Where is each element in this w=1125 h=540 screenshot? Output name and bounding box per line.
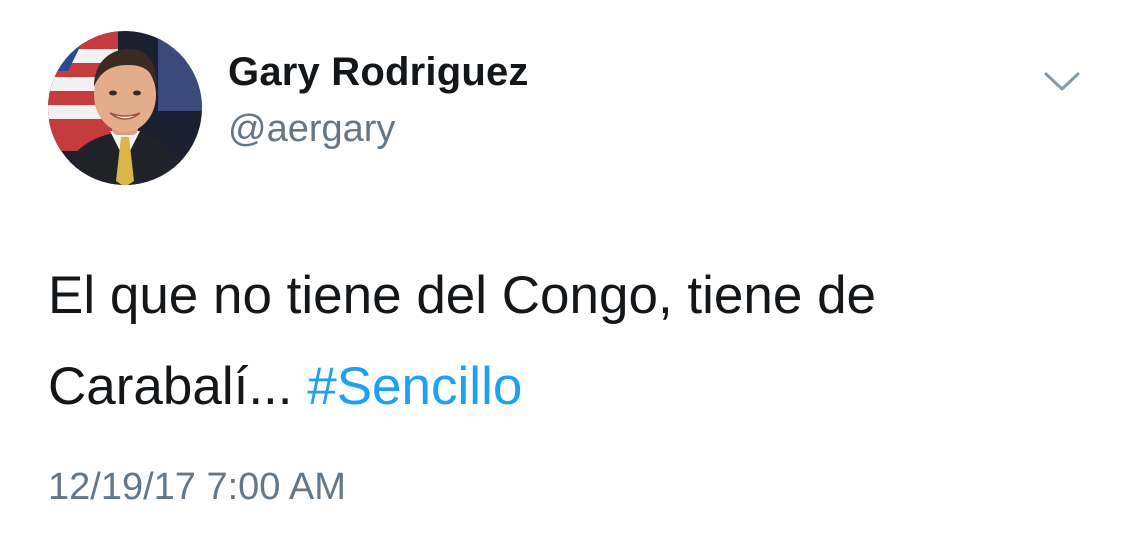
author-handle[interactable]: @aergary [228,108,395,151]
chevron-down-icon [1044,72,1080,91]
author-display-name[interactable]: Gary Rodriguez [228,50,529,95]
tweet-text: El que no tiene del Congo, tiene de Cara… [48,250,1088,432]
avatar[interactable] [48,31,202,185]
hashtag-link[interactable]: #Sencillo [307,357,522,416]
tweet-card: Gary Rodriguez @aergary El que no tiene … [0,0,1125,540]
tweet-menu-button[interactable] [1040,62,1084,102]
profile-photo-icon [48,31,202,185]
tweet-timestamp: 12/19/17 7:00 AM [48,466,346,508]
